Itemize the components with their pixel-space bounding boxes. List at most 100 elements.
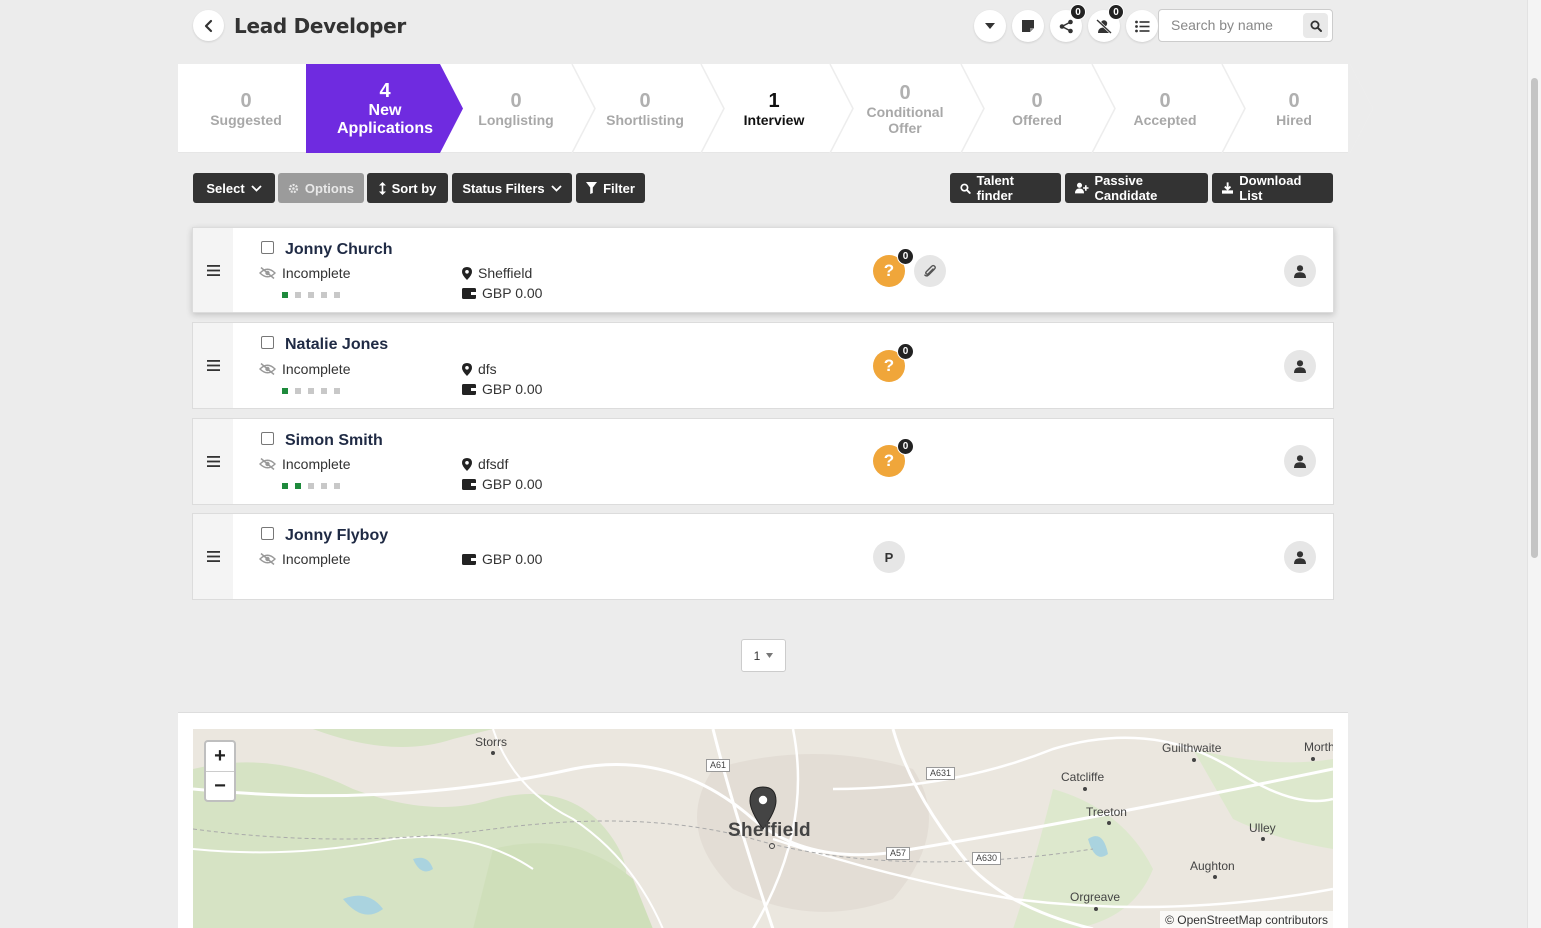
hamburger-icon [206,551,220,562]
progress-dots [282,483,340,489]
questionnaire-count: 0 [897,248,914,265]
candidate-row[interactable]: Jonny Church Incomplete Sheffield GBP 0.… [192,227,1334,313]
talent-finder-button[interactable]: Talent finder [950,173,1061,203]
candidate-checkbox[interactable] [261,527,274,540]
questionnaire-badge[interactable]: ? 0 [873,438,914,477]
map[interactable]: Storrs Guilthwaite Morther Catcliffe Tre… [193,729,1333,928]
stage-hired[interactable]: 0 Hired [1240,64,1348,153]
drag-handle[interactable] [193,419,233,504]
zoom-out-button[interactable]: − [206,771,234,800]
salary-label: GBP 0.00 [482,381,543,397]
user-slash-icon [1096,18,1112,34]
map-attribution[interactable]: © OpenStreetMap contributors [1160,911,1333,928]
candidate-name[interactable]: Jonny Flyboy [285,527,388,545]
passive-candidate-button[interactable]: Passive Candidate [1065,173,1208,203]
share-icon [1059,19,1073,33]
stage-accepted[interactable]: 0 Accepted [1111,64,1219,153]
scrollbar-thumb[interactable] [1531,78,1538,558]
profile-button[interactable] [1284,541,1316,573]
drag-handle[interactable] [193,228,233,312]
candidate-row[interactable]: Jonny Flyboy Incomplete GBP 0.00 P [192,513,1334,600]
select-label: Select [206,180,245,196]
dropdown-caret-button[interactable] [974,10,1006,42]
candidate-checkbox[interactable] [261,336,274,349]
profile-button[interactable] [1284,445,1316,477]
hamburger-icon [206,360,220,371]
status-filters-button[interactable]: Status Filters [452,173,572,203]
filter-label: Filter [603,180,635,196]
options-button[interactable]: Options [278,173,364,203]
salary-label: GBP 0.00 [482,285,543,301]
drag-handle[interactable] [193,323,233,408]
candidate-status: Incomplete [259,361,350,377]
map-road-label: A61 [706,759,731,772]
candidate-name[interactable]: Jonny Church [285,241,393,259]
list-view-button[interactable] [1126,10,1158,42]
share-button[interactable]: 0 [1050,4,1086,42]
search-button[interactable] [1303,13,1328,38]
stage-count: 0 [639,89,651,112]
map-road-label: A631 [926,767,956,780]
passive-candidate-label: Passive Candidate [1094,173,1158,203]
eye-slash-icon [259,267,276,279]
profile-button[interactable] [1284,350,1316,382]
candidate-row[interactable]: Simon Smith Incomplete dfsdf GBP 0.00 ? … [192,418,1334,505]
stage-label: Accepted [1133,111,1197,128]
zoom-in-button[interactable]: + [206,742,234,771]
drag-handle[interactable] [193,514,233,599]
back-button[interactable] [193,10,224,41]
stage-conditional-offer[interactable]: 0 Conditional Offer [850,64,960,153]
eye-slash-icon [259,553,276,565]
chevron-down-icon [251,184,262,192]
map-road-label: A57 [886,847,911,860]
hidden-users-button[interactable]: 0 [1088,4,1124,42]
caret-down-icon [985,23,995,29]
candidate-name[interactable]: Natalie Jones [285,336,388,354]
sort-icon [378,181,386,195]
stage-suggested[interactable]: 0 Suggested [196,64,296,153]
sort-by-label: Sort by [391,180,437,196]
stage-interview[interactable]: 1 Interview [720,64,828,153]
passive-badge[interactable]: P [873,541,905,573]
profile-button[interactable] [1284,255,1316,287]
user-icon [1294,264,1306,278]
search-input[interactable] [1171,17,1301,33]
candidate-row[interactable]: Natalie Jones Incomplete dfs GBP 0.00 ? … [192,322,1334,409]
stage-label: Hired [1276,111,1312,128]
download-list-button[interactable]: Download List [1212,173,1333,203]
candidate-checkbox[interactable] [261,241,274,254]
map-place-label: Morther [1304,740,1333,754]
candidate-status: Incomplete [259,265,350,281]
stage-separator [1349,64,1374,153]
questionnaire-badge[interactable]: ? 0 [873,248,914,287]
notes-button[interactable] [1012,10,1044,42]
stage-offered[interactable]: 0 Offered [983,64,1091,153]
chevron-left-icon [204,19,212,32]
map-pin-icon [462,457,472,471]
attachment-button[interactable] [914,255,946,287]
stage-count: 0 [510,89,522,112]
user-plus-icon [1075,182,1089,194]
user-icon [1294,359,1306,373]
questionnaire-count: 0 [897,438,914,455]
wallet-icon [462,479,476,490]
wallet-icon [462,384,476,395]
sort-by-button[interactable]: Sort by [367,173,448,203]
questionnaire-badge[interactable]: ? 0 [873,343,914,382]
page-scrollbar[interactable] [1527,0,1541,928]
stage-shortlisting[interactable]: 0 Shortlisting [591,64,699,153]
stage-label: Offered [1012,111,1062,128]
candidate-name[interactable]: Simon Smith [285,432,383,450]
select-dropdown-button[interactable]: Select [193,173,275,203]
stage-label-line: New [368,101,402,119]
stage-count: 0 [899,81,911,104]
candidate-checkbox[interactable] [261,432,274,445]
stage-longlisting[interactable]: 0 Longlisting [462,64,570,153]
candidate-salary: GBP 0.00 [462,476,542,492]
page-select[interactable]: 1 [741,639,786,672]
map-place-label: Guilthwaite [1162,741,1222,755]
stage-new-applications[interactable]: 4 New Applications [316,64,454,153]
stage-count: 0 [1288,89,1300,112]
filter-button[interactable]: Filter [576,173,645,203]
list-toolbar: Select Options Sort by Status Filters Fi… [193,173,1333,203]
